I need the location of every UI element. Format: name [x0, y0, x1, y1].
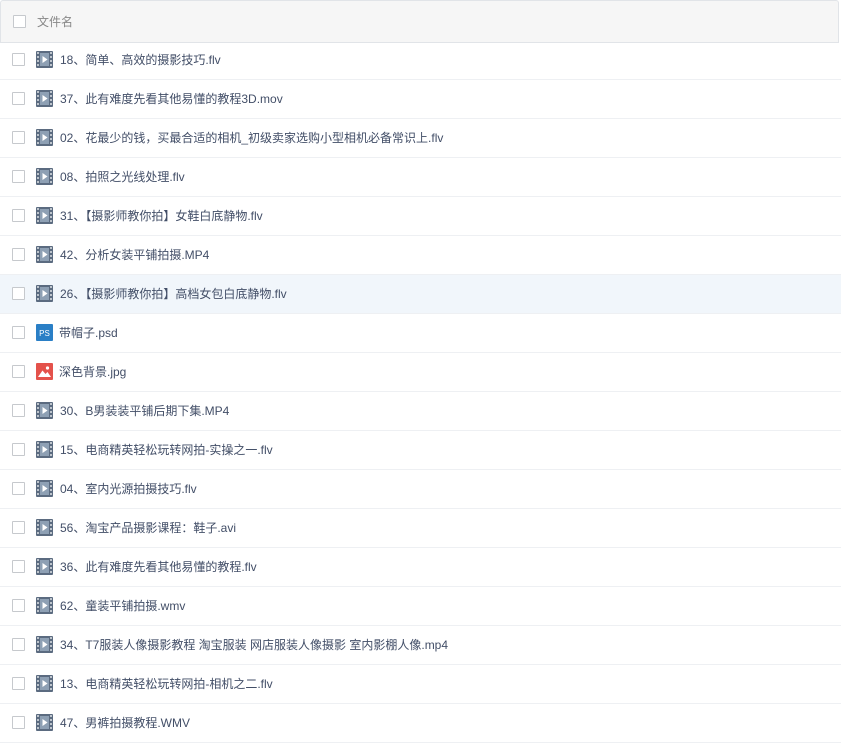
file-row[interactable]: 36、此有难度先看其他易懂的教程.flv — [0, 548, 841, 587]
video-icon — [36, 636, 53, 653]
file-row-checkbox[interactable] — [12, 677, 25, 690]
video-icon — [36, 558, 53, 575]
file-row-checkbox[interactable] — [12, 92, 25, 105]
file-name-link[interactable]: 36、此有难度先看其他易懂的教程.flv — [60, 559, 257, 575]
file-row[interactable]: 56、淘宝产品摄影课程：鞋子.avi — [0, 509, 841, 548]
video-icon — [36, 51, 53, 68]
file-name-link[interactable]: 18、简单、高效的摄影技巧.flv — [60, 52, 221, 68]
video-icon — [36, 168, 53, 185]
file-name-link[interactable]: 08、拍照之光线处理.flv — [60, 169, 185, 185]
file-row[interactable]: 15、电商精英轻松玩转网拍-实操之一.flv — [0, 431, 841, 470]
file-name-link[interactable]: 02、花最少的钱，买最合适的相机_初级卖家选购小型相机必备常识上.flv — [60, 130, 443, 146]
file-row[interactable]: 47、男裤拍摄教程.WMV — [0, 704, 841, 743]
video-icon — [36, 129, 53, 146]
file-name-link[interactable]: 深色背景.jpg — [59, 364, 126, 380]
file-row[interactable]: 04、室内光源拍摄技巧.flv — [0, 470, 841, 509]
file-row[interactable]: 31、【摄影师教你拍】女鞋白底静物.flv — [0, 197, 841, 236]
video-icon — [36, 90, 53, 107]
file-name-link[interactable]: 13、电商精英轻松玩转网拍-相机之二.flv — [60, 676, 273, 692]
video-icon — [36, 714, 53, 731]
file-row[interactable]: 26、【摄影师教你拍】高档女包白底静物.flv — [0, 275, 841, 314]
file-row-checkbox[interactable] — [12, 482, 25, 495]
file-row-checkbox[interactable] — [12, 560, 25, 573]
video-icon — [36, 675, 53, 692]
filename-column-header[interactable]: 文件名 — [37, 14, 73, 30]
file-row-checkbox[interactable] — [12, 716, 25, 729]
video-icon — [36, 519, 53, 536]
file-name-link[interactable]: 42、分析女装平铺拍摄.MP4 — [60, 247, 209, 263]
file-row-checkbox[interactable] — [12, 599, 25, 612]
file-row[interactable]: 34、T7服装人像摄影教程 淘宝服装 网店服装人像摄影 室内影棚人像.mp4 — [0, 626, 841, 665]
psd-icon: PS — [36, 324, 53, 341]
file-row[interactable]: 30、B男装装平铺后期下集.MP4 — [0, 392, 841, 431]
file-list: 文件名 18、简单、高效的摄影技巧.flv 37、此有难度先看其他易懂的教程3D.… — [0, 0, 841, 748]
file-row-checkbox[interactable] — [12, 326, 25, 339]
file-row-checkbox[interactable] — [12, 638, 25, 651]
file-row-checkbox[interactable] — [12, 248, 25, 261]
file-row-checkbox[interactable] — [12, 287, 25, 300]
file-name-link[interactable]: 56、淘宝产品摄影课程：鞋子.avi — [60, 520, 236, 536]
file-row-checkbox[interactable] — [12, 209, 25, 222]
file-name-link[interactable]: 30、B男装装平铺后期下集.MP4 — [60, 403, 229, 419]
file-row[interactable]: 37、此有难度先看其他易懂的教程3D.mov — [0, 80, 841, 119]
file-name-link[interactable]: 37、此有难度先看其他易懂的教程3D.mov — [60, 91, 283, 107]
file-name-link[interactable]: 带帽子.psd — [59, 325, 118, 341]
file-name-link[interactable]: 34、T7服装人像摄影教程 淘宝服装 网店服装人像摄影 室内影棚人像.mp4 — [60, 637, 448, 653]
video-icon — [36, 441, 53, 458]
file-row-checkbox[interactable] — [12, 521, 25, 534]
psd-badge-text: PS — [39, 329, 50, 338]
video-icon — [36, 285, 53, 302]
file-row[interactable]: 18、简单、高效的摄影技巧.flv — [0, 41, 841, 80]
file-row-checkbox[interactable] — [12, 365, 25, 378]
file-row-checkbox[interactable] — [12, 170, 25, 183]
file-row[interactable]: 62、童装平铺拍摄.wmv — [0, 587, 841, 626]
video-icon — [36, 207, 53, 224]
file-row[interactable]: 深色背景.jpg — [0, 353, 841, 392]
file-row[interactable]: 08、拍照之光线处理.flv — [0, 158, 841, 197]
file-name-link[interactable]: 47、男裤拍摄教程.WMV — [60, 715, 190, 731]
file-name-link[interactable]: 62、童装平铺拍摄.wmv — [60, 598, 185, 614]
file-row-checkbox[interactable] — [12, 53, 25, 66]
file-name-link[interactable]: 15、电商精英轻松玩转网拍-实操之一.flv — [60, 442, 273, 458]
video-icon — [36, 597, 53, 614]
file-row-checkbox[interactable] — [12, 443, 25, 456]
video-icon — [36, 246, 53, 263]
file-row[interactable]: PS 带帽子.psd — [0, 314, 841, 353]
file-row[interactable]: 13、电商精英轻松玩转网拍-相机之二.flv — [0, 665, 841, 704]
video-icon — [36, 402, 53, 419]
list-header: 文件名 — [0, 0, 839, 43]
file-name-link[interactable]: 26、【摄影师教你拍】高档女包白底静物.flv — [60, 286, 287, 302]
file-row[interactable]: 02、花最少的钱，买最合适的相机_初级卖家选购小型相机必备常识上.flv — [0, 119, 841, 158]
file-row-checkbox[interactable] — [12, 404, 25, 417]
image-icon — [36, 363, 53, 380]
file-name-link[interactable]: 31、【摄影师教你拍】女鞋白底静物.flv — [60, 208, 263, 224]
file-row[interactable]: 42、分析女装平铺拍摄.MP4 — [0, 236, 841, 275]
file-name-link[interactable]: 04、室内光源拍摄技巧.flv — [60, 481, 197, 497]
video-icon — [36, 480, 53, 497]
file-rows: 18、简单、高效的摄影技巧.flv 37、此有难度先看其他易懂的教程3D.mov 0… — [0, 41, 841, 743]
file-row-checkbox[interactable] — [12, 131, 25, 144]
select-all-checkbox[interactable] — [13, 15, 26, 28]
